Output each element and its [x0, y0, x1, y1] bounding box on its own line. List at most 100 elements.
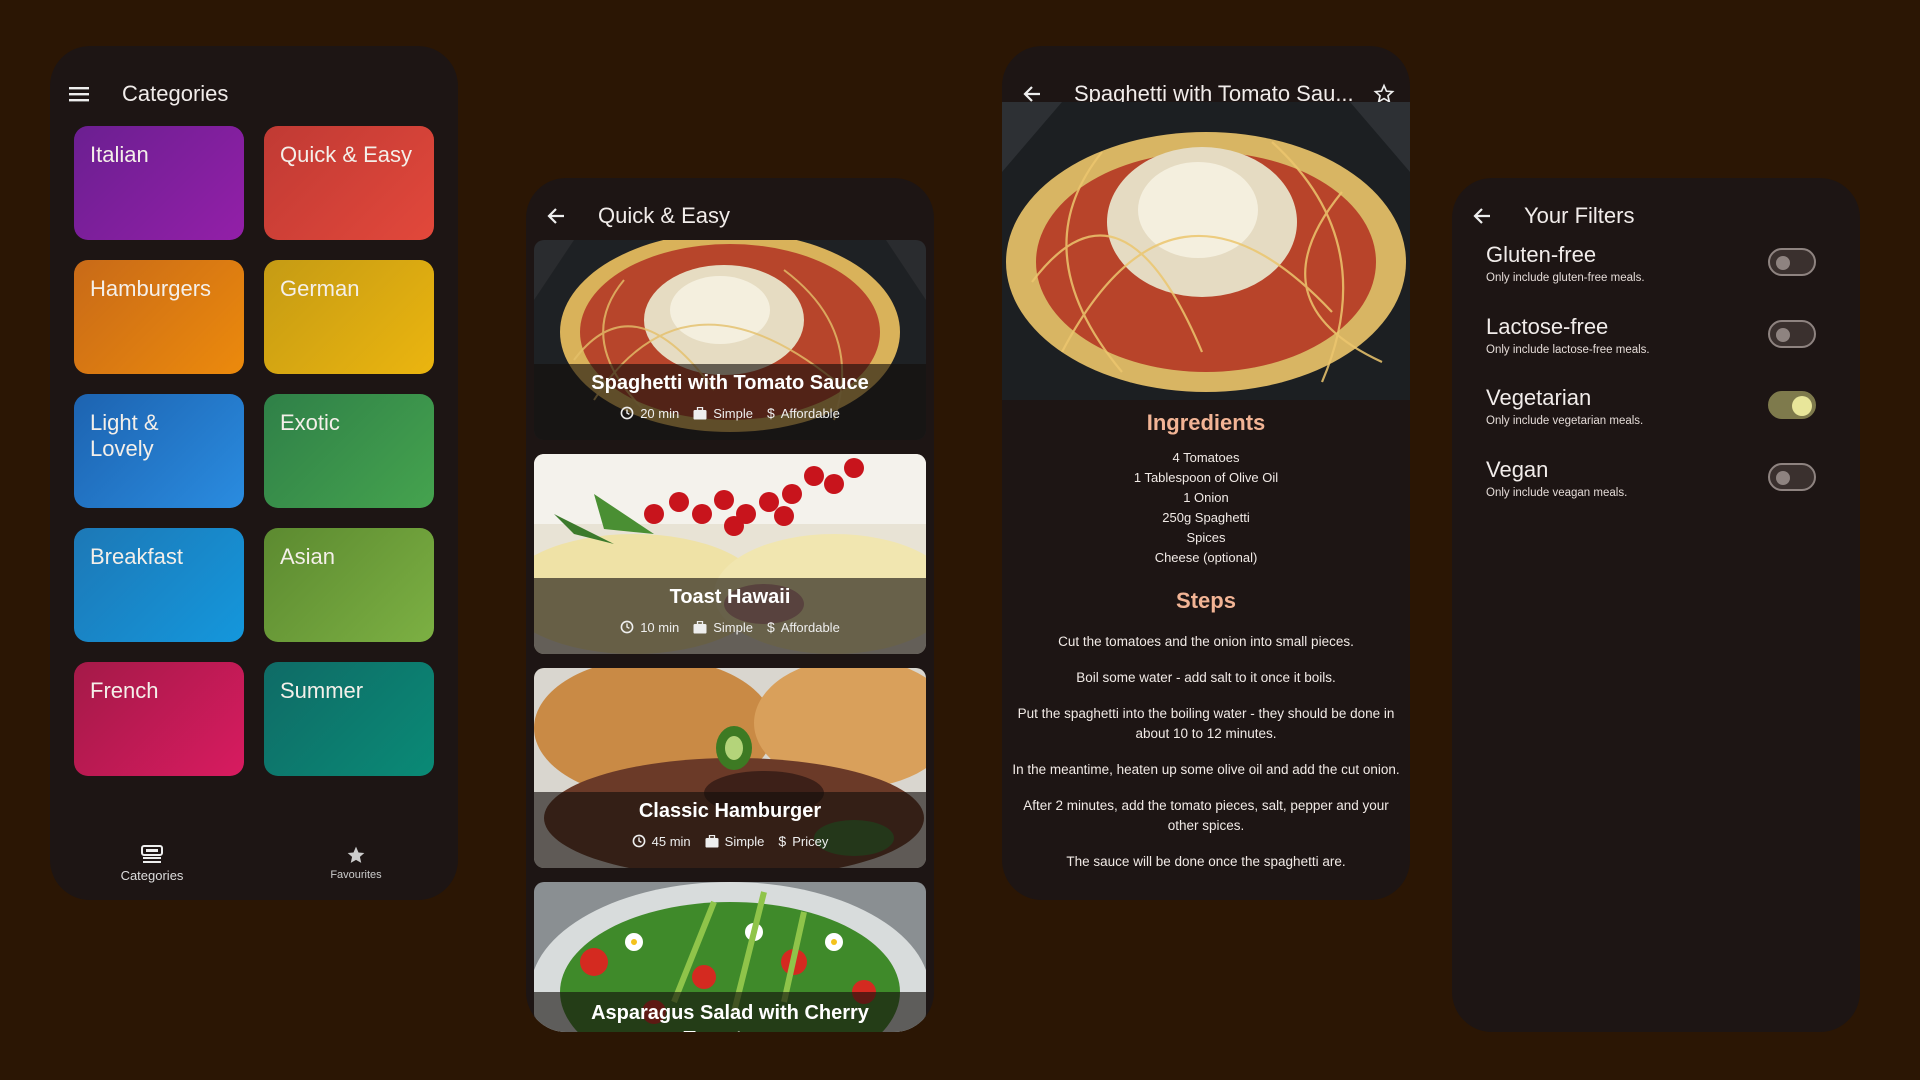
categories-icon	[141, 844, 163, 863]
meal-meta: 45 min Simple $ Pricey	[534, 833, 926, 849]
category-label: Exotic	[280, 410, 340, 435]
category-label: Light & Lovely	[90, 410, 159, 461]
meal-affordability: Pricey	[792, 833, 829, 849]
meal-card-spaghetti[interactable]: Spaghetti with Tomato Sauce 20 min Simpl…	[534, 240, 926, 440]
briefcase-icon	[693, 406, 707, 419]
category-tile-light-lovely[interactable]: Light & Lovely	[74, 394, 244, 508]
meal-card-toast-hawaii[interactable]: Toast Hawaii 10 min Simple $ Affordable	[534, 454, 926, 654]
category-tile-exotic[interactable]: Exotic	[264, 394, 434, 508]
meal-hero-image	[1002, 102, 1410, 400]
nav-label: Favourites	[330, 869, 382, 881]
nav-item-favourites[interactable]: Favourites	[254, 826, 458, 900]
category-label: Italian	[90, 142, 149, 167]
meal-affordability: Affordable	[780, 405, 840, 421]
app-bar: Your Filters	[1452, 188, 1860, 244]
category-label: Asian	[280, 544, 336, 569]
bottom-navigation: Categories Favourites	[50, 826, 458, 900]
category-label: Quick & Easy	[280, 142, 413, 167]
meal-card-classic-hamburger[interactable]: Classic Hamburger 45 min Simple $ Pricey	[534, 668, 926, 868]
page-title: Your Filters	[1524, 203, 1635, 228]
meal-detail-screen: Spaghetti with Tomato Sau... Ingredients…	[1002, 46, 1410, 900]
clock-icon	[632, 834, 646, 848]
briefcase-icon	[693, 620, 707, 633]
category-tile-quick-easy[interactable]: Quick & Easy	[264, 126, 434, 240]
meal-complexity: Simple	[713, 405, 753, 421]
gluten-free-switch[interactable]	[1768, 248, 1816, 276]
meal-complexity: Simple	[724, 833, 765, 849]
ingredients-list: 4 Tomatoes 1 Tablespoon of Olive Oil 1 O…	[1002, 448, 1410, 568]
filter-vegetarian[interactable]: Vegetarian Only include vegetarian meals…	[1486, 385, 1840, 445]
category-grid: Italian Quick & Easy Hamburgers German L…	[74, 126, 434, 776]
app-bar: Categories	[50, 66, 458, 122]
ingredient-item: Cheese (optional)	[1154, 550, 1258, 565]
ingredient-item: 250g Spaghetti	[1162, 510, 1250, 525]
filter-vegan[interactable]: Vegan Only include veagan meals.	[1486, 457, 1840, 517]
meal-overlay: Asparagus Salad with Cherry Tomatoes	[534, 992, 926, 1032]
meal-card-asparagus-salad[interactable]: Asparagus Salad with Cherry Tomatoes	[534, 882, 926, 1032]
meal-title: Toast Hawaii	[669, 586, 791, 608]
meal-title: Spaghetti with Tomato Sauce	[591, 372, 869, 394]
dollar-icon: $	[766, 405, 775, 421]
category-tile-asian[interactable]: Asian	[264, 528, 434, 642]
meal-list: Spaghetti with Tomato Sauce 20 min Simpl…	[534, 240, 926, 1032]
meals-screen: Quick & Easy Spaghetti with Tomato Sauce…	[526, 178, 934, 1032]
meal-complexity: Simple	[713, 619, 753, 635]
clock-icon	[620, 406, 634, 420]
filter-lactose-free[interactable]: Lactose-free Only include lactose-free m…	[1486, 314, 1840, 374]
meal-title: Classic Hamburger	[638, 800, 822, 822]
back-arrow-icon[interactable]	[542, 202, 570, 230]
step-item: In the meantime, heaten up some olive oi…	[1012, 762, 1400, 777]
meal-duration: 20 min	[640, 405, 680, 421]
dollar-icon: $	[778, 833, 787, 849]
nav-label: Categories	[120, 867, 184, 883]
back-arrow-icon[interactable]	[1468, 202, 1496, 230]
ingredient-item: 1 Tablespoon of Olive Oil	[1133, 470, 1279, 485]
meal-overlay: Toast Hawaii 10 min Simple $ Affordable	[534, 578, 926, 654]
app-bar: Quick & Easy	[526, 188, 934, 244]
steps-list: Cut the tomatoes and the onion into smal…	[1002, 632, 1410, 872]
step-item: Put the spaghetti into the boiling water…	[1017, 706, 1395, 741]
category-label: Hamburgers	[90, 276, 212, 301]
lactose-free-switch[interactable]	[1768, 320, 1816, 348]
steps-heading: Steps	[1176, 588, 1236, 613]
meal-meta: 20 min Simple $ Affordable	[534, 405, 926, 421]
category-tile-breakfast[interactable]: Breakfast	[74, 528, 244, 642]
step-item: The sauce will be done once the spaghett…	[1066, 854, 1346, 869]
category-label: Breakfast	[90, 544, 183, 569]
vegetarian-switch[interactable]	[1768, 391, 1816, 419]
meal-affordability: Affordable	[780, 619, 840, 635]
filters-screen: Your Filters Gluten-free Only include gl…	[1452, 178, 1860, 1032]
category-label: French	[90, 678, 159, 703]
meal-overlay: Spaghetti with Tomato Sauce 20 min Simpl…	[534, 364, 926, 440]
dollar-icon: $	[766, 619, 775, 635]
ingredient-item: Spices	[1186, 530, 1226, 545]
step-item: After 2 minutes, add the tomato pieces, …	[1023, 798, 1389, 833]
briefcase-icon	[705, 834, 719, 847]
categories-screen: Categories Italian Quick & Easy Hamburge…	[50, 46, 458, 900]
step-item: Cut the tomatoes and the onion into smal…	[1058, 634, 1354, 649]
meal-overlay: Classic Hamburger 45 min Simple $ Pricey	[534, 792, 926, 868]
ingredients-heading: Ingredients	[1146, 410, 1266, 435]
vegan-switch[interactable]	[1768, 463, 1816, 491]
menu-icon[interactable]	[66, 80, 94, 108]
star-icon	[347, 846, 365, 863]
page-title: Categories	[122, 81, 229, 106]
filter-gluten-free[interactable]: Gluten-free Only include gluten-free mea…	[1486, 242, 1840, 302]
meal-details: Ingredients 4 Tomatoes 1 Tablespoon of O…	[1002, 410, 1410, 888]
ingredient-item: 1 Onion	[1183, 490, 1229, 505]
meal-meta: 10 min Simple $ Affordable	[534, 619, 926, 635]
category-tile-german[interactable]: German	[264, 260, 434, 374]
nav-item-categories[interactable]: Categories	[50, 826, 254, 900]
category-label: German	[280, 276, 360, 301]
category-label: Summer	[280, 678, 364, 703]
page-title: Quick & Easy	[598, 203, 731, 228]
meal-duration: 10 min	[640, 619, 680, 635]
meal-title: Asparagus Salad with Cherry Tomatoes	[591, 1002, 869, 1032]
category-tile-hamburgers[interactable]: Hamburgers	[74, 260, 244, 374]
category-tile-french[interactable]: French	[74, 662, 244, 776]
category-tile-italian[interactable]: Italian	[74, 126, 244, 240]
category-tile-summer[interactable]: Summer	[264, 662, 434, 776]
clock-icon	[620, 620, 634, 634]
ingredient-item: 4 Tomatoes	[1172, 450, 1240, 465]
meal-duration: 45 min	[651, 833, 691, 849]
